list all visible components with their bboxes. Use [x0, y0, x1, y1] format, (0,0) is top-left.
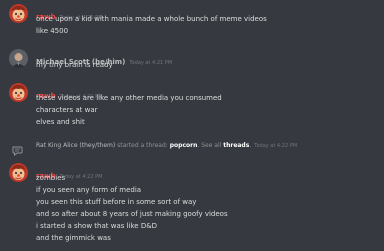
clown-avatar[interactable] — [9, 163, 28, 182]
timestamp: Today at 4:21 PM — [129, 60, 173, 66]
thread-icon — [12, 141, 24, 157]
see-all-prefix: See all — [201, 142, 222, 149]
message-text: and the gimmick was — [36, 234, 111, 242]
message-text: elves and shit — [36, 118, 85, 126]
message-header: rawb Today at 4:21 PM — [36, 83, 102, 100]
thread-action: started a thread: — [117, 142, 168, 149]
see-all-threads-link[interactable]: threads — [223, 142, 249, 149]
message-header: rawb Today at 4:22 PM — [36, 163, 102, 180]
clown-avatar[interactable] — [9, 4, 28, 23]
message-text: once upon a kid with mania made a whole … — [36, 15, 267, 23]
clown-avatar[interactable] — [9, 83, 28, 102]
message-text: characters at war — [36, 106, 98, 114]
timestamp: Today at 4:22 PM — [59, 174, 103, 180]
message-header: Michael Scott (he/him) Today at 4:21 PM — [36, 49, 172, 66]
message-text: like 4500 — [36, 27, 69, 35]
message-text: you seen this stuff before in some sort … — [36, 198, 197, 206]
thread-author[interactable]: Rat King Alice (they/them) — [36, 142, 115, 149]
message-header: rawb Today at 4:21 PM — [36, 4, 102, 21]
message-text: zombies — [36, 174, 66, 182]
message-text: i started a show that was like D&D — [36, 222, 158, 230]
timestamp: Today at 4:22 PM — [254, 143, 298, 149]
thread-name-link[interactable]: popcorn — [170, 142, 198, 149]
michael-avatar[interactable] — [9, 49, 28, 68]
chat-messages: rawb Today at 4:21 PM once upon a kid wit… — [0, 0, 384, 251]
message-text: if you seen any form of media — [36, 186, 142, 194]
thread-notice-text: Rat King Alice (they/them) started a thr… — [36, 142, 298, 149]
message-text: and so after about 8 years of just makin… — [36, 210, 228, 218]
message-text: these videos are like any other media yo… — [36, 94, 222, 102]
thread-started-notice: Rat King Alice (they/them) started a thr… — [0, 141, 384, 157]
message-text: my tiny brain is ready — [36, 61, 113, 69]
